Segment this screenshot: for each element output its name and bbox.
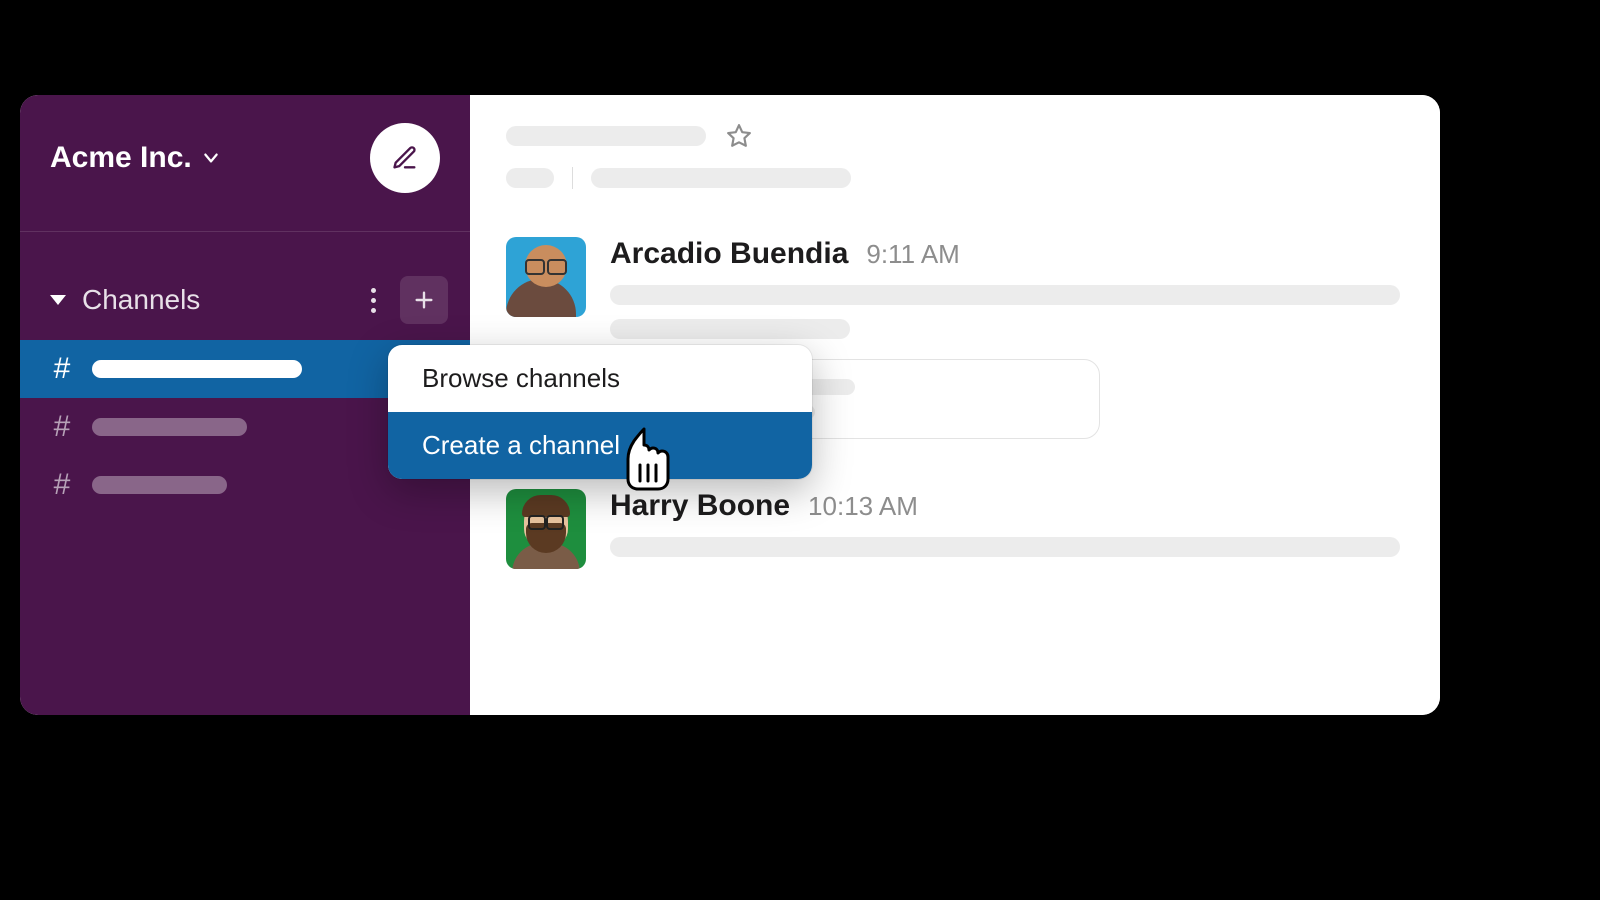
- channel-title-placeholder: [506, 126, 706, 146]
- channel-name-placeholder: [92, 476, 227, 494]
- channels-section-toggle[interactable]: Channels: [50, 284, 357, 316]
- avatar[interactable]: [506, 489, 586, 569]
- message-header: Arcadio Buendia 9:11 AM: [610, 237, 1404, 271]
- add-channel-menu: Browse channels Create a channel: [388, 345, 812, 479]
- caret-down-icon: [50, 295, 66, 305]
- star-icon[interactable]: [726, 123, 752, 149]
- avatar[interactable]: [506, 237, 586, 317]
- add-channel-button[interactable]: [400, 276, 448, 324]
- menu-item-label: Browse channels: [422, 363, 620, 393]
- channel-name-placeholder: [92, 360, 302, 378]
- message-line-placeholder: [610, 319, 850, 339]
- compose-button[interactable]: [370, 123, 440, 193]
- subheader-placeholder: [591, 168, 851, 188]
- channel-name-placeholder: [92, 418, 247, 436]
- message-line-placeholder: [610, 285, 1400, 305]
- compose-icon: [391, 144, 419, 172]
- menu-item-create-channel[interactable]: Create a channel: [388, 412, 812, 479]
- channels-section-header: Channels: [20, 272, 470, 328]
- divider: [572, 167, 573, 189]
- app-window: Acme Inc. Channels: [20, 95, 1440, 715]
- message-time: 9:11 AM: [866, 239, 959, 270]
- subheader-placeholder: [506, 168, 554, 188]
- message-header: Harry Boone 10:13 AM: [610, 489, 1404, 523]
- hash-icon: #: [50, 410, 74, 444]
- channel-header: [506, 123, 1404, 149]
- menu-item-label: Create a channel: [422, 430, 620, 460]
- plus-icon: [413, 289, 435, 311]
- channel-subheader: [506, 167, 1404, 189]
- menu-item-browse-channels[interactable]: Browse channels: [388, 345, 812, 412]
- sidebar-header: Acme Inc.: [20, 95, 470, 221]
- hash-icon: #: [50, 352, 74, 386]
- channels-section-title: Channels: [82, 284, 200, 316]
- section-actions: [357, 276, 448, 324]
- message: Harry Boone 10:13 AM: [506, 489, 1404, 569]
- divider: [20, 231, 470, 232]
- hash-icon: #: [50, 468, 74, 502]
- message-body: Harry Boone 10:13 AM: [610, 489, 1404, 569]
- channels-more-button[interactable]: [357, 280, 390, 321]
- message-time: 10:13 AM: [808, 491, 918, 522]
- workspace-switcher[interactable]: Acme Inc.: [50, 141, 220, 175]
- chevron-down-icon: [202, 149, 220, 167]
- workspace-name: Acme Inc.: [50, 141, 192, 175]
- message-line-placeholder: [610, 537, 1400, 557]
- message-author[interactable]: Arcadio Buendia: [610, 237, 848, 271]
- message-author[interactable]: Harry Boone: [610, 489, 790, 523]
